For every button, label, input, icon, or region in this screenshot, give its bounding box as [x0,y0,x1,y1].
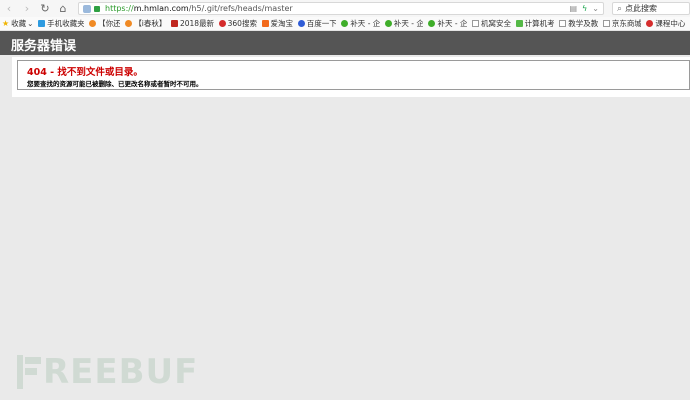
bookmark-item[interactable]: 百度一下 [297,18,337,29]
star-icon: ★ [2,19,10,28]
error-title: 404 - 找不到文件或目录。 [27,67,143,78]
bookmark-favicon-icon [472,20,480,27]
back-button[interactable]: ‹ [0,0,18,17]
bookmark-item[interactable]: 计算机考 [515,18,555,29]
bookmark-favicon-icon [125,20,133,27]
bookmark-favicon-icon [559,20,567,27]
address-bar-actions: ▤ ϟ ⌄ [569,4,599,13]
search-icon: ⌕ [617,3,623,14]
freebuf-watermark: REEBUF [17,352,198,392]
refresh-button[interactable]: ↻ [36,0,54,17]
browser-toolbar: ‹ › ↻ ⌂ https://m.hmlan.com/h5/.git/refs… [0,0,690,17]
watermark-text: REEBUF [43,352,199,392]
bookmark-item[interactable]: 课程中心 [646,18,685,29]
home-icon: ⌂ [59,2,67,15]
bookmarks-menu[interactable]: ★ 收藏 ⌄ [0,18,33,29]
refresh-icon: ↻ [40,2,50,15]
bookmark-favicon-icon [384,20,392,27]
page-content: 服务器错误 404 - 找不到文件或目录。 您要查找的资源可能已被删除、已更改名… [0,31,690,400]
forward-arrow-icon: › [24,2,30,15]
bookmark-label: 补天 - 企 [393,19,424,28]
url-host: m.hmlan.com [133,4,189,13]
bookmark-item[interactable]: 教学及教 [559,18,598,29]
bookmark-item[interactable]: 手机收藏夹 [38,18,84,29]
bookmark-favicon-icon [170,20,178,27]
search-placeholder: 点此搜索 [625,4,658,13]
bookmark-label: 补天 - 企 [350,19,380,28]
chevron-down-icon[interactable]: ⌄ [592,4,599,13]
bookmark-item[interactable]: 【i春秋】 [125,18,166,29]
bookmark-item[interactable]: 京东商城 [602,18,642,29]
home-button[interactable]: ⌂ [54,0,72,17]
page-header: 服务器错误 [0,31,690,55]
bookmark-label: 【i春秋】 [134,19,166,28]
lock-icon [94,5,100,12]
url-scheme: https:// [105,4,134,13]
error-panel: 404 - 找不到文件或目录。 您要查找的资源可能已被删除、已更改名称或者暂时不… [12,57,690,97]
bookmark-favicon-icon [602,20,610,27]
bookmark-item[interactable]: 补天 - 企 [341,18,380,29]
bookmark-favicon-icon [89,20,97,27]
back-arrow-icon: ‹ [6,2,12,15]
bookmark-favicon-icon [261,20,269,27]
bookmark-label: 教学及教 [568,19,598,28]
bookmark-favicon-icon [218,20,226,27]
bookmark-item[interactable]: 补天 - 企 [428,18,467,29]
address-bar[interactable]: https://m.hmlan.com/h5/.git/refs/heads/m… [78,2,604,15]
bookmark-label: 课程中心 [655,19,686,28]
bookmark-favicon-icon [428,20,436,27]
lightning-icon[interactable]: ϟ [582,4,587,13]
forward-button[interactable]: › [18,0,36,17]
chevron-down-icon: ⌄ [27,19,34,28]
bookmark-label: 【你还 [98,19,121,28]
bookmark-item[interactable]: 机窝安全 [472,18,511,29]
bookmark-label: 百度一下 [306,19,337,28]
bookmark-favicon-icon [38,20,46,27]
bookmark-label: 机窝安全 [481,19,511,28]
error-message: 您要查找的资源可能已被删除、已更改名称或者暂时不可用。 [27,80,203,88]
url-path: /h5/.git/refs/heads/master [188,4,293,13]
bookmark-favicon-icon [341,20,349,27]
bookmark-item[interactable]: 爱淘宝 [261,18,293,29]
bookmarks-menu-label: 收藏 [11,19,27,28]
search-input[interactable]: ⌕ 点此搜索 [612,2,690,15]
bookmark-label: 补天 - 企 [437,19,468,28]
freebuf-logo-icon [17,355,41,389]
bookmark-label: 爱淘宝 [270,19,293,28]
bookmark-item[interactable]: 2018最新 [170,18,214,29]
bookmark-item[interactable]: 【你还 [89,18,120,29]
reader-mode-icon[interactable]: ▤ [569,4,577,13]
bookmark-label: 2018最新 [179,19,214,28]
error-fieldset: 404 - 找不到文件或目录。 您要查找的资源可能已被删除、已更改名称或者暂时不… [17,60,690,90]
page-title: 服务器错误 [11,39,77,54]
bookmark-item[interactable]: 补天 - 企 [384,18,424,29]
bookmark-favicon-icon [646,20,654,27]
bookmarks-bar: ★ 收藏 ⌄ 手机收藏夹 【你还 【i春秋】 2018最新 360搜索 爱淘宝 百度一下 补天… [0,17,690,31]
bookmark-label: 京东商城 [611,19,642,28]
bookmark-favicon-icon [297,20,305,27]
bookmark-label: 手机收藏夹 [47,19,85,28]
security-shield-icon [83,4,91,13]
bookmark-item[interactable]: 360搜索 [218,18,257,29]
bookmark-label: 360搜索 [227,19,257,28]
bookmark-label: 计算机考 [524,19,555,28]
url-text[interactable]: https://m.hmlan.com/h5/.git/refs/heads/m… [105,4,293,13]
bookmark-favicon-icon [515,20,523,27]
